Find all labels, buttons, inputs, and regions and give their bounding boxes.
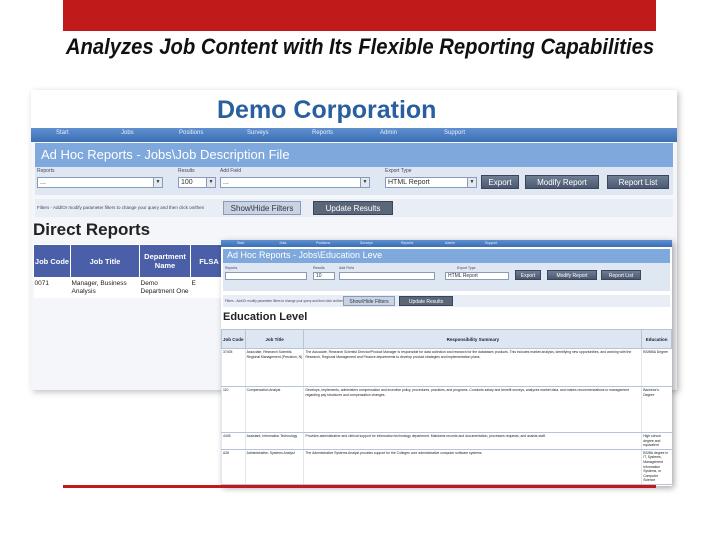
nav-surveys[interactable]: Surveys [247,130,269,136]
table-row: 37405 Associate, Research Scientist, Reg… [221,348,672,387]
cell-job-title: Associate, Research Scientist, Regional … [244,348,304,387]
nav-jobs[interactable]: Jobs [121,130,134,136]
chevron-down-icon: ▼ [467,178,476,187]
top-nav: Start Jobs Positions Surveys Reports Adm… [221,240,672,247]
cell-summary: Develops, implements, administers compen… [303,386,642,433]
reports-select[interactable] [225,272,307,280]
col-responsibility-summary[interactable]: Responsibility Summary [303,329,643,349]
add-field-select[interactable]: ... ▼ [220,177,370,188]
slide-title: Analyzes Job Content with Its Flexible R… [65,34,655,59]
update-results-button[interactable]: Update Results [399,296,453,306]
cell-job-title: Manager, Business Analysis [70,277,140,298]
top-nav: Start Jobs Positions Surveys Reports Adm… [31,128,677,142]
table-row: 0071 Manager, Business Analysis Demo Dep… [33,277,228,298]
cell-job-code: 37405 [221,348,246,387]
table-row: A26 Administrative, Systems Analyst The … [221,449,672,485]
nav-start[interactable]: Start [56,130,69,136]
nav-support[interactable]: Support [485,241,497,245]
cell-education: Bachelor's Degree [641,386,672,433]
report-list-button[interactable]: Report List [601,270,641,280]
update-results-button[interactable]: Update Results [313,201,393,215]
cell-job-code: A26 [221,449,246,485]
report-header-title: Ad Hoc Reports - Jobs\Education Leve [227,250,383,260]
chevron-down-icon: ▼ [206,178,215,187]
filter-note: Filters - Add/Or modify parameter filter… [37,205,205,210]
show-hide-filters-button[interactable]: Show\Hide Filters [223,201,301,215]
nav-support[interactable]: Support [444,130,465,136]
export-type-select[interactable]: HTML Report ▼ [385,177,477,188]
education-level-table: Job Code Job Title Responsibility Summar… [221,329,672,485]
cell-summary: The Administrative Systems Analyst provi… [303,449,642,485]
report-header: Ad Hoc Reports - Jobs\Education Leve [223,249,670,263]
nav-positions[interactable]: Positions [179,130,203,136]
cell-job-title: Assistant, Information Technology [244,432,304,450]
report-controls: Reports Results 10 Add Field Export Type… [223,263,670,291]
table-header-row: Job Code Job Title Department Name FLSA [33,244,228,278]
export-type-label: Export Type [457,266,476,270]
results-label: Results [313,266,325,270]
results-select[interactable]: 100 ▼ [178,177,216,188]
report-header: Ad Hoc Reports - Jobs\Job Description Fi… [35,143,673,167]
report-screenshot-education-level: Start Jobs Positions Surveys Reports Adm… [221,240,672,486]
nav-reports[interactable]: Reports [312,130,333,136]
results-label: Results [178,168,195,174]
export-button[interactable]: Export [515,270,541,280]
nav-jobs[interactable]: Jobs [279,241,286,245]
col-job-code[interactable]: Job Code [33,244,71,278]
modify-report-button[interactable]: Modify Report [525,175,599,189]
show-hide-filters-button[interactable]: Show\Hide Filters [343,296,395,306]
cell-education: High school degree and equivalent [641,432,672,450]
bottom-accent-line [63,485,656,488]
add-field-select[interactable] [339,272,435,280]
company-logo: Demo Corporation [217,96,437,124]
reports-label: Reports [37,168,55,174]
table-row: 4445 Assistant, Information Technology P… [221,432,672,450]
section-title: Direct Reports [33,220,151,239]
report-header-title: Ad Hoc Reports - Jobs\Job Description Fi… [41,147,290,162]
section-title: Education Level [223,311,308,323]
cell-job-title: Administrative, Systems Analyst [244,449,304,485]
col-education[interactable]: Education [641,329,672,349]
filter-note: Filters - Add/Or modify parameter filter… [225,299,344,303]
direct-reports-table: Job Code Job Title Department Name FLSA … [33,244,228,298]
export-type-select[interactable]: HTML Report [445,272,509,280]
add-field-label: Add Field [339,266,354,270]
export-type-label: Export Type [385,168,412,174]
results-select[interactable]: 10 [313,272,335,280]
nav-admin[interactable]: Admin [380,130,397,136]
logo-banner: Demo Corporation [31,90,677,128]
export-button[interactable]: Export [481,175,519,189]
cell-summary: The Associate, Research Scientist Direct… [303,348,642,387]
filter-row: Filters - Add/Or modify parameter filter… [35,199,673,217]
cell-job-code: 0071 [33,277,71,298]
cell-education: BS/MBA Degree [641,348,672,387]
cell-job-title: Compensation Analyst [244,386,304,433]
top-accent-bar [63,0,656,31]
chevron-down-icon: ▼ [360,178,369,187]
col-department[interactable]: Department Name [139,244,191,278]
cell-job-code: 110 [221,386,246,433]
filter-row: Filters - Add/Or modify parameter filter… [223,295,670,307]
reports-select[interactable]: ... ▼ [37,177,163,188]
table-row: 110 Compensation Analyst Develops, imple… [221,386,672,433]
chevron-down-icon: ▼ [153,178,162,187]
add-field-label: Add Field [220,168,242,174]
modify-report-button[interactable]: Modify Report [547,270,597,280]
nav-positions[interactable]: Positions [316,241,330,245]
nav-surveys[interactable]: Surveys [360,241,373,245]
col-job-title[interactable]: Job Title [70,244,140,278]
cell-department: Demo Department One [139,277,191,298]
report-list-button[interactable]: Report List [607,175,669,189]
table-header-row: Job Code Job Title Responsibility Summar… [221,329,672,349]
cell-job-code: 4445 [221,432,246,450]
col-job-code[interactable]: Job Code [221,329,246,349]
nav-admin[interactable]: Admin [445,241,455,245]
nav-reports[interactable]: Reports [401,241,413,245]
report-controls: Reports ... ▼ Results 100 ▼ Add Field ... ▼… [35,167,673,195]
col-job-title[interactable]: Job Title [244,329,305,349]
cell-summary: Provides administrative and clerical sup… [303,432,642,450]
reports-label: Reports [225,266,238,270]
nav-start[interactable]: Start [237,241,244,245]
cell-education: BS/BA degree in IT, Systems, Management … [641,449,672,485]
